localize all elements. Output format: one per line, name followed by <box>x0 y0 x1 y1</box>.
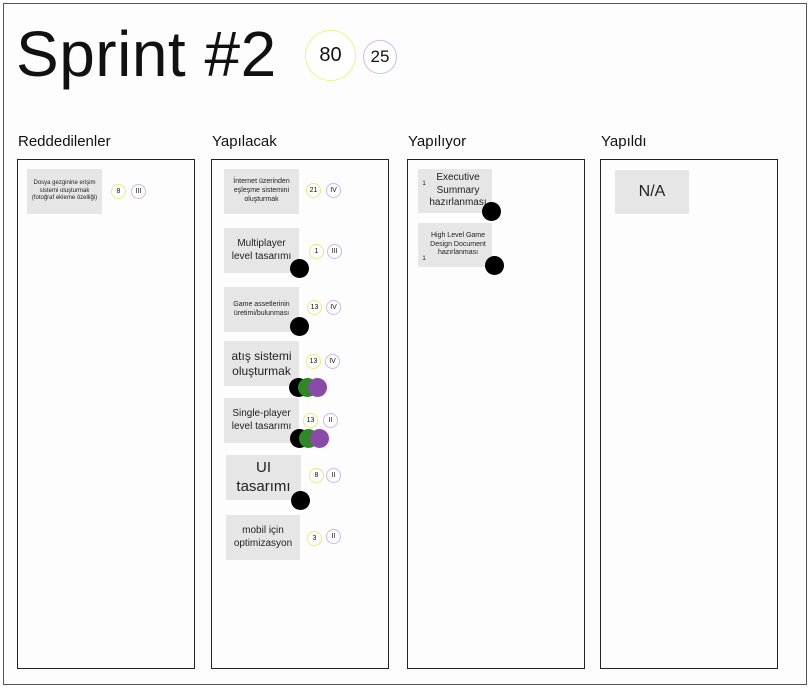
assignee-avatar <box>310 429 329 448</box>
points-badge: 13 <box>306 354 321 369</box>
column-title-done: Yapıldı <box>601 133 647 150</box>
column-title-rejected: Reddedilenler <box>18 133 111 150</box>
task-card[interactable]: Dosya gezginine erişim sistemi oluşturma… <box>27 169 102 214</box>
task-card[interactable]: High Level Game Design Document hazırlan… <box>418 223 492 267</box>
points-badge: 13 <box>307 300 322 315</box>
task-card[interactable]: Single-player level tasarımı <box>224 398 299 443</box>
column-title-in-progress: Yapılıyor <box>408 133 467 150</box>
points-badge: 13 <box>303 413 318 428</box>
column-done[interactable] <box>600 159 778 669</box>
points-badge: 3 <box>307 531 322 546</box>
sprint-title: Sprint #2 <box>16 18 277 90</box>
priority-badge: III <box>131 184 146 199</box>
priority-badge: IV <box>326 183 341 198</box>
assignee-avatar <box>308 378 327 397</box>
assignee-avatar <box>290 317 309 336</box>
points-badge: 8 <box>111 184 126 199</box>
priority-badge: II <box>326 468 341 483</box>
sprint-points-badge: 80 <box>305 30 356 81</box>
points-badge: 8 <box>309 468 324 483</box>
column-title-todo: Yapılacak <box>212 133 277 150</box>
task-card[interactable]: Executive Summary hazırlanması <box>418 169 492 213</box>
priority-badge: IV <box>326 300 341 315</box>
priority-badge: III <box>327 244 342 259</box>
task-card[interactable]: atış sistemi oluşturmak <box>224 341 299 386</box>
task-card[interactable]: İnternet üzerinden eşleşme sistemini olu… <box>224 169 299 214</box>
column-rejected[interactable] <box>17 159 195 669</box>
priority-badge: II <box>323 413 338 428</box>
points-badge: 21 <box>306 183 321 198</box>
assignee-avatar <box>290 259 309 278</box>
task-card[interactable]: mobil için optimizasyon <box>226 515 300 560</box>
priority-badge: II <box>326 529 341 544</box>
task-card[interactable]: UI tasarımı <box>226 455 301 500</box>
task-card[interactable]: Multiplayer level tasarımı <box>224 228 299 273</box>
points-badge: 1 <box>422 256 426 262</box>
priority-badge: IV <box>325 354 340 369</box>
assignee-avatar <box>482 202 501 221</box>
assignee-avatar <box>485 256 504 275</box>
assignee-avatar <box>291 491 310 510</box>
task-card[interactable]: Game assetlerinin üretimi/bulunması <box>224 287 299 332</box>
points-badge: 1 <box>422 181 426 187</box>
points-badge: 1 <box>309 244 324 259</box>
sprint-task-count-badge: 25 <box>363 40 397 74</box>
task-card[interactable]: N/A <box>615 170 689 214</box>
